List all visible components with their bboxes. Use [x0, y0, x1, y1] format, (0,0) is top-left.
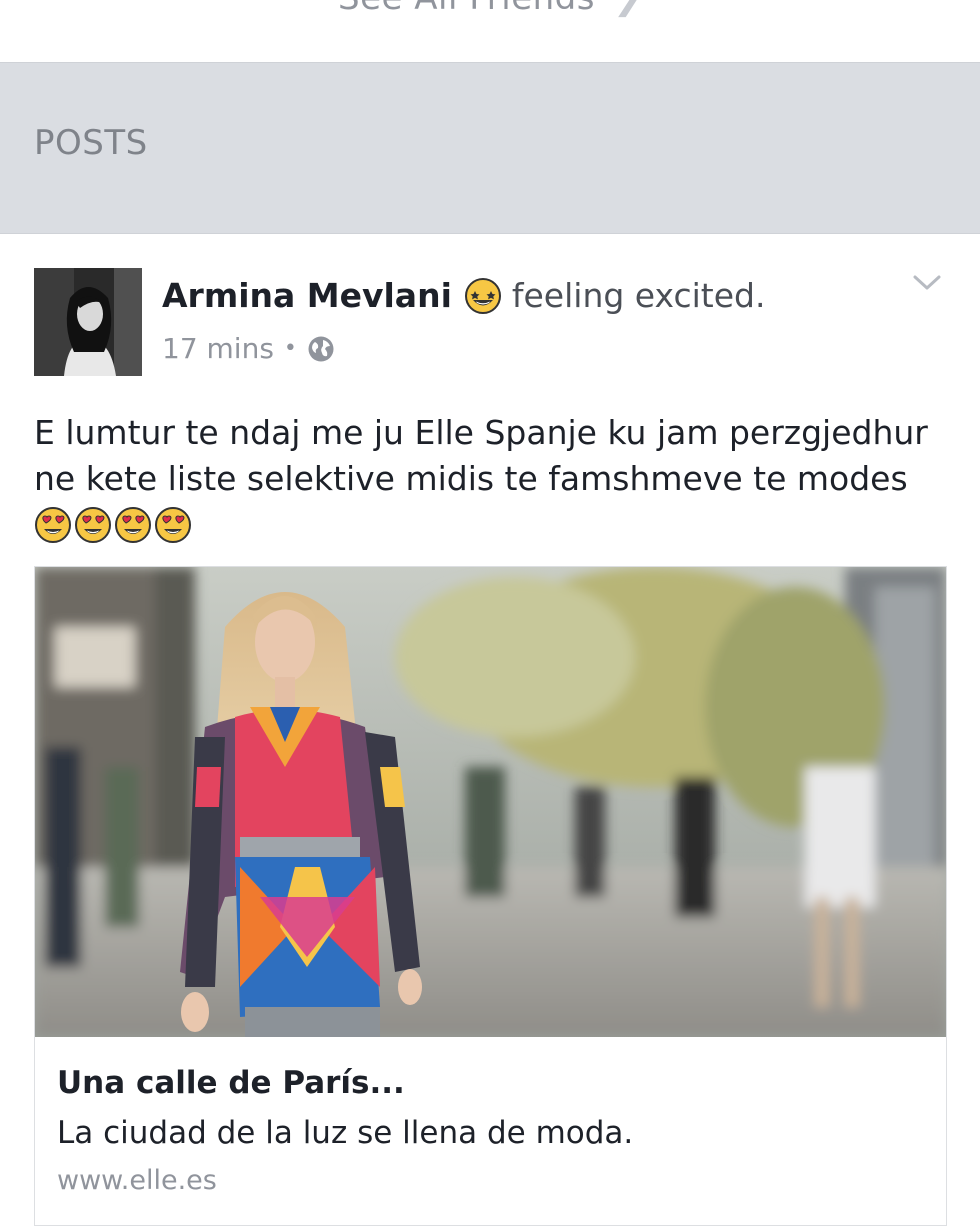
post-body-text: E lumtur te ndaj me ju Elle Spanje ku ja…: [34, 413, 928, 498]
globe-icon: [307, 335, 335, 363]
link-preview-title[interactable]: Una calle de París...: [57, 1065, 405, 1101]
heart-eyes-emoji-icon: [115, 507, 151, 543]
see-all-friends-link[interactable]: See All Friends ❯: [0, 0, 980, 18]
link-preview-description: La ciudad de la luz se llena de moda.: [57, 1115, 634, 1151]
heart-eyes-emoji-icon: [75, 507, 111, 543]
author-name[interactable]: Armina Mevlani: [162, 276, 452, 315]
avatar[interactable]: [34, 268, 142, 376]
see-all-friends-label: See All Friends: [338, 0, 595, 18]
chevron-right-icon: ❯: [613, 0, 642, 18]
feeling-text: feeling excited.: [511, 276, 766, 315]
heart-eyes-emoji-icon: [35, 507, 71, 543]
heart-eyes-emoji-icon: [155, 507, 191, 543]
grinning-star-eyes-emoji-icon: [464, 277, 502, 315]
see-all-friends-row[interactable]: See All Friends ❯: [0, 0, 980, 62]
post-emoji-row: [34, 506, 192, 546]
link-preview-image[interactable]: [35, 567, 946, 1037]
meta-separator: •: [283, 336, 297, 361]
posts-section-header: POSTS: [0, 62, 980, 234]
link-preview-card[interactable]: Una calle de París... La ciudad de la lu…: [34, 566, 947, 1226]
post-header-line: Armina Mevlani feeling excited.: [162, 276, 765, 315]
post-card: Armina Mevlani feeling excited. 17 mins …: [0, 234, 980, 1226]
post-meta: 17 mins •: [162, 332, 335, 365]
posts-section-label: POSTS: [34, 123, 148, 163]
post-timestamp[interactable]: 17 mins: [162, 332, 274, 365]
post-options-chevron-icon[interactable]: [912, 272, 942, 294]
link-preview-domain: www.elle.es: [57, 1165, 217, 1196]
